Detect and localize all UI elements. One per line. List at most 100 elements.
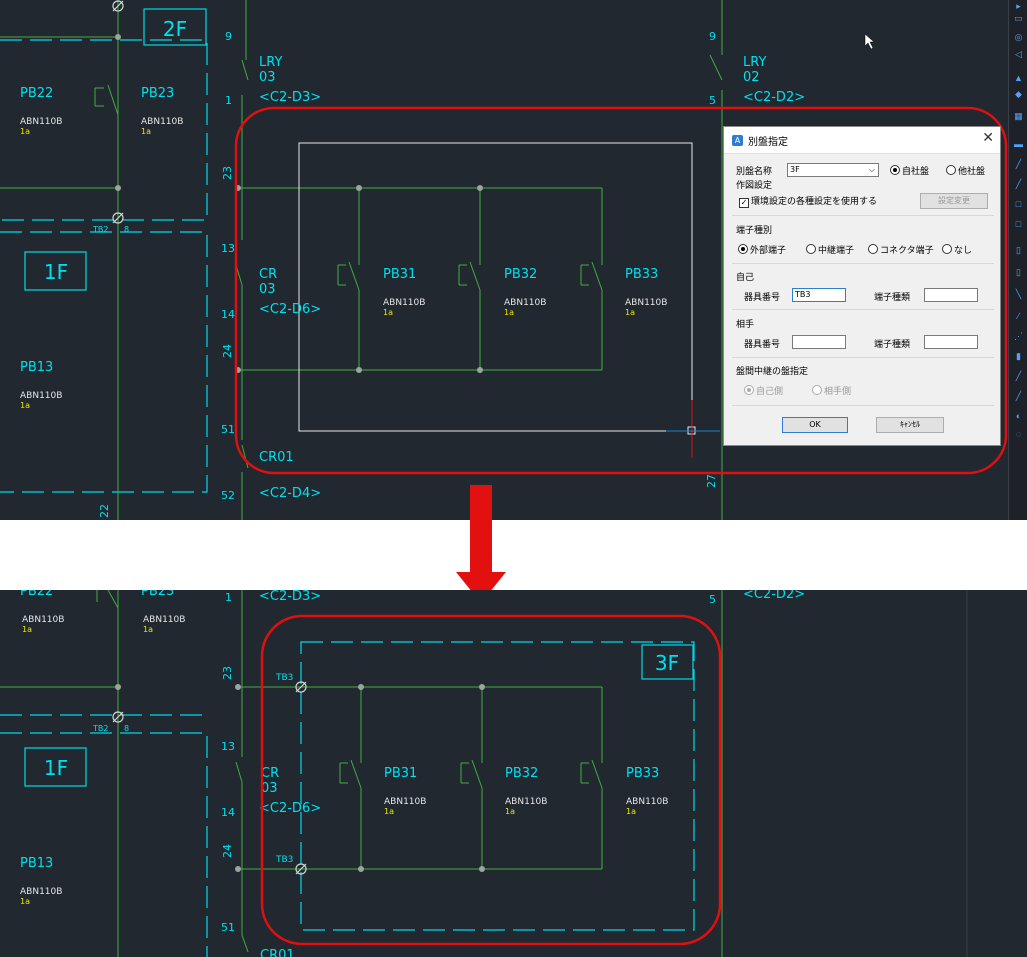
- separate-panel-dialog: A 別盤指定 ✕ 別盤名称 3F ⌵ 自社盤 他社盤 作図設定 ✓ 環境設定の各種…: [723, 126, 1001, 446]
- wire: [241, 59, 249, 81]
- tool-icon[interactable]: ╱: [1013, 372, 1024, 381]
- relay-cr01-label: CR01: [260, 948, 295, 957]
- tool-icon[interactable]: ◁: [1013, 50, 1024, 59]
- switch-symbol: [94, 84, 119, 116]
- line-number: 23: [221, 666, 234, 680]
- change-settings-button[interactable]: 設定変更: [920, 193, 988, 209]
- junction-dot: [115, 684, 121, 690]
- tool-icon[interactable]: ▸: [1013, 2, 1024, 11]
- pb22-name: PB22: [20, 590, 53, 599]
- terminal-type-label: 外部端子: [750, 246, 787, 256]
- relay-ref: <C2-D3>: [259, 590, 321, 604]
- tool-icon[interactable]: ╱: [1013, 160, 1024, 169]
- cancel-button[interactable]: ｷｬﾝｾﾙ: [876, 417, 944, 433]
- switch-symbol: [96, 590, 119, 609]
- terminal-label-tb3: TB3: [275, 855, 293, 865]
- pb31-model: ABN110B: [383, 298, 425, 308]
- line-number: 13: [221, 242, 235, 255]
- tool-icon[interactable]: ◎: [1013, 33, 1024, 42]
- relay-partner-side[interactable]: 相手側: [812, 384, 851, 397]
- relay-option-label: 自己側: [756, 387, 784, 397]
- radio-own-company[interactable]: 自社盤: [890, 164, 929, 177]
- relay-option-label: 相手側: [824, 387, 852, 397]
- tool-icon[interactable]: □: [1013, 220, 1024, 229]
- junction-dot: [115, 34, 121, 40]
- terminal-number: 8: [124, 225, 129, 234]
- terminal-type-connector[interactable]: コネクタ端子: [868, 243, 934, 256]
- separator: [732, 309, 994, 310]
- junction-dot: [479, 866, 485, 872]
- switch-symbol: [339, 759, 362, 789]
- tool-icon[interactable]: ╱: [1013, 180, 1024, 189]
- switch-symbol: [580, 261, 603, 291]
- relay-self-side[interactable]: 自己側: [744, 384, 783, 397]
- junction-dot: [477, 367, 483, 373]
- pb23-model: ABN110B: [143, 615, 185, 625]
- relay-cr03-ref: <C2-D6>: [259, 801, 321, 816]
- wire: [709, 54, 723, 81]
- self-section: 自己: [736, 273, 755, 283]
- panel-name-label: 別盤名称: [736, 167, 773, 177]
- tool-icon[interactable]: ◌: [1013, 430, 1024, 439]
- radio-other-label: 他社盤: [958, 167, 986, 177]
- line-number: 51: [221, 423, 235, 436]
- pb31-contact: 1a: [383, 308, 393, 317]
- junction-dot: [358, 684, 364, 690]
- tool-icon[interactable]: ∕: [1013, 312, 1024, 321]
- pb33-contact: 1a: [625, 308, 635, 317]
- tool-icon[interactable]: ▮: [1013, 352, 1024, 361]
- tool-icon[interactable]: ▲: [1013, 74, 1024, 83]
- tool-icon[interactable]: ◐: [1013, 412, 1024, 421]
- pb32-contact: 1a: [505, 807, 515, 816]
- line-number: 24: [221, 844, 234, 858]
- floor-label-1f: 1F: [44, 756, 68, 780]
- pb33-model: ABN110B: [625, 298, 667, 308]
- partner-terminal-kind-input[interactable]: [924, 335, 978, 349]
- panel-name-combo[interactable]: 3F ⌵: [787, 163, 879, 177]
- tool-icon[interactable]: ◆: [1013, 90, 1024, 99]
- pb13-contact: 1a: [20, 897, 30, 906]
- floor-label-3f: 3F: [655, 651, 679, 675]
- terminal-number: 8: [124, 724, 129, 733]
- pb33-contact: 1a: [626, 807, 636, 816]
- line-number: 52: [221, 489, 235, 502]
- drawing-settings-section: 作図設定: [736, 181, 773, 191]
- tool-icon[interactable]: ▯: [1013, 246, 1024, 255]
- self-device-number-input[interactable]: TB3: [792, 288, 846, 302]
- line-number: 24: [221, 344, 234, 358]
- junction-dot: [477, 185, 483, 191]
- use-env-settings-checkbox[interactable]: ✓ 環境設定の各種設定を使用する: [739, 194, 877, 208]
- radio-button: [868, 244, 878, 254]
- radio-button: [946, 165, 956, 175]
- close-icon[interactable]: ✕: [982, 130, 994, 146]
- terminal-type-external[interactable]: 外部端子: [738, 243, 786, 256]
- tool-icon[interactable]: ╲: [1013, 290, 1024, 299]
- tool-icon[interactable]: ▭: [1013, 14, 1024, 23]
- terminal-type-relay[interactable]: 中継端子: [806, 243, 854, 256]
- pb32-name: PB32: [504, 267, 537, 282]
- pb22-contact: 1a: [20, 127, 30, 136]
- pb33-name: PB33: [626, 766, 659, 781]
- pb32-name: PB32: [505, 766, 538, 781]
- terminal-type-none[interactable]: なし: [942, 243, 972, 256]
- relay-lry03-label: LRY: [259, 55, 282, 70]
- partner-device-number-input[interactable]: [792, 335, 846, 349]
- radio-other-company[interactable]: 他社盤: [946, 164, 985, 177]
- relay-cr03-ref: <C2-D6>: [259, 302, 321, 317]
- floor-label-2f: 2F: [163, 17, 187, 41]
- app-icon: A: [732, 134, 743, 146]
- relay-lry02-label: LRY: [743, 55, 766, 70]
- relay-cr03-label: CR: [259, 267, 277, 282]
- tool-icon[interactable]: ⋰: [1013, 332, 1024, 341]
- ok-button[interactable]: OK: [782, 417, 848, 433]
- tool-icon[interactable]: ▬: [1013, 140, 1024, 149]
- relay-cr01-label: CR01: [259, 450, 294, 465]
- relay-cr03-number: 03: [259, 282, 276, 297]
- self-terminal-kind-input[interactable]: [924, 288, 978, 302]
- pb13-model: ABN110B: [20, 887, 62, 897]
- tool-icon[interactable]: ▦: [1013, 112, 1024, 121]
- tool-icon[interactable]: ▯: [1013, 268, 1024, 277]
- line-number: 14: [221, 806, 235, 819]
- tool-icon[interactable]: ╱: [1013, 392, 1024, 401]
- tool-icon[interactable]: □: [1013, 200, 1024, 209]
